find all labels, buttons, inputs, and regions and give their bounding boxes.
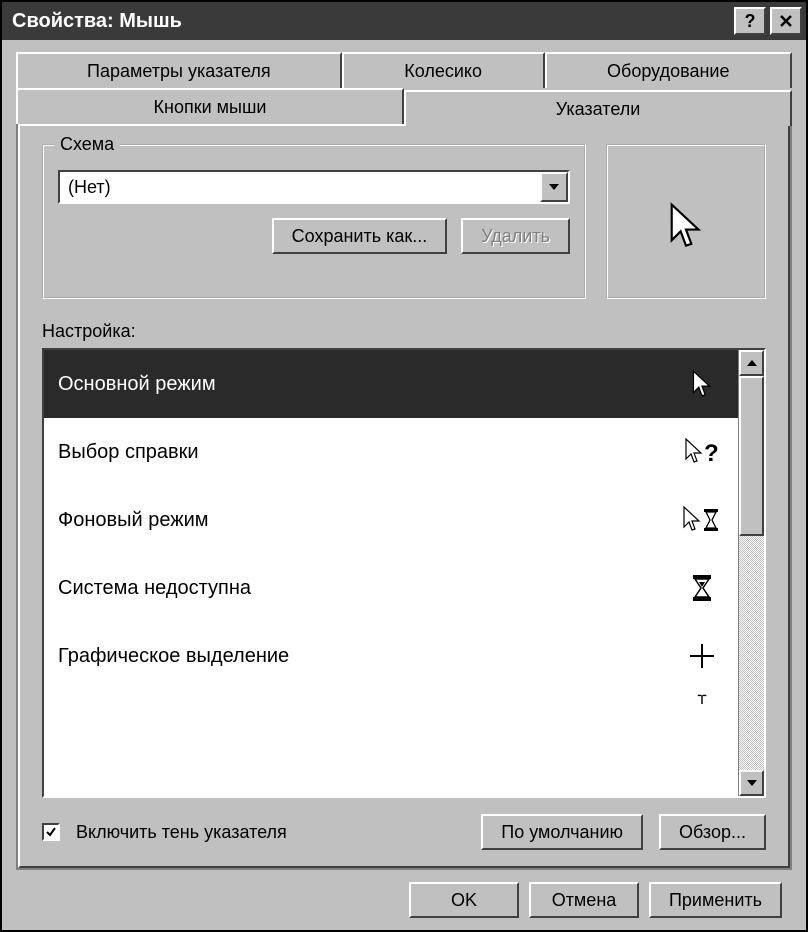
mouse-properties-dialog: Свойства: Мышь ? Параметры указателя Кол… [0, 0, 808, 932]
apply-button[interactable]: Применить [649, 882, 782, 918]
shadow-checkbox-label: Включить тень указателя [76, 822, 287, 843]
cursor-arrow-icon [680, 369, 724, 399]
tab-hardware[interactable]: Оборудование [545, 52, 792, 88]
help-button[interactable]: ? [734, 7, 766, 35]
scroll-up-button[interactable] [739, 350, 764, 376]
cursor-help-icon: ? [680, 437, 724, 467]
list-item[interactable]: Система недоступна [44, 554, 738, 622]
ok-button[interactable]: OK [409, 882, 519, 918]
cursor-arrow-icon [666, 201, 706, 251]
cursor-background-icon [680, 505, 724, 535]
list-item[interactable]: Основной режим [44, 350, 738, 418]
list-item[interactable]: Фоновый режим [44, 486, 738, 554]
scheme-value: (Нет) [68, 177, 540, 198]
list-item[interactable]: Выбор справки ? [44, 418, 738, 486]
tab-buttons[interactable]: Кнопки мыши [16, 88, 404, 124]
scroll-down-button[interactable] [739, 770, 764, 796]
titlebar: Свойства: Мышь ? [2, 2, 806, 40]
list-item[interactable] [44, 690, 738, 720]
scheme-dropdown[interactable]: (Нет) [58, 170, 570, 204]
customize-label: Настройка: [42, 321, 766, 342]
cursor-precision-icon [680, 642, 724, 670]
save-as-button[interactable]: Сохранить как... [272, 218, 448, 254]
scroll-track[interactable] [739, 376, 764, 770]
close-button[interactable] [770, 7, 802, 35]
delete-button: Удалить [461, 218, 570, 254]
browse-button[interactable]: Обзор... [659, 814, 766, 850]
tab-pointers[interactable]: Указатели [404, 90, 792, 126]
cursor-listbox[interactable]: Основной режим Выбор справки ? [42, 348, 766, 798]
scheme-legend: Схема [54, 134, 120, 155]
scheme-groupbox: Схема (Нет) Сохранить как... Удалить [42, 144, 586, 299]
tab-pointer-options[interactable]: Параметры указателя [16, 52, 342, 88]
defaults-button[interactable]: По умолчанию [481, 814, 643, 850]
scroll-thumb[interactable] [739, 376, 764, 536]
cancel-button[interactable]: Отмена [529, 882, 639, 918]
scrollbar[interactable] [738, 350, 764, 796]
list-item[interactable]: Графическое выделение [44, 622, 738, 690]
cursor-preview [606, 144, 766, 299]
dropdown-arrow-icon [540, 172, 568, 202]
cursor-text-icon [680, 694, 724, 714]
window-title: Свойства: Мышь [12, 10, 734, 33]
tab-wheel[interactable]: Колесико [342, 52, 545, 88]
shadow-checkbox[interactable] [42, 823, 60, 841]
cursor-busy-icon [680, 573, 724, 603]
svg-text:?: ? [704, 440, 719, 467]
